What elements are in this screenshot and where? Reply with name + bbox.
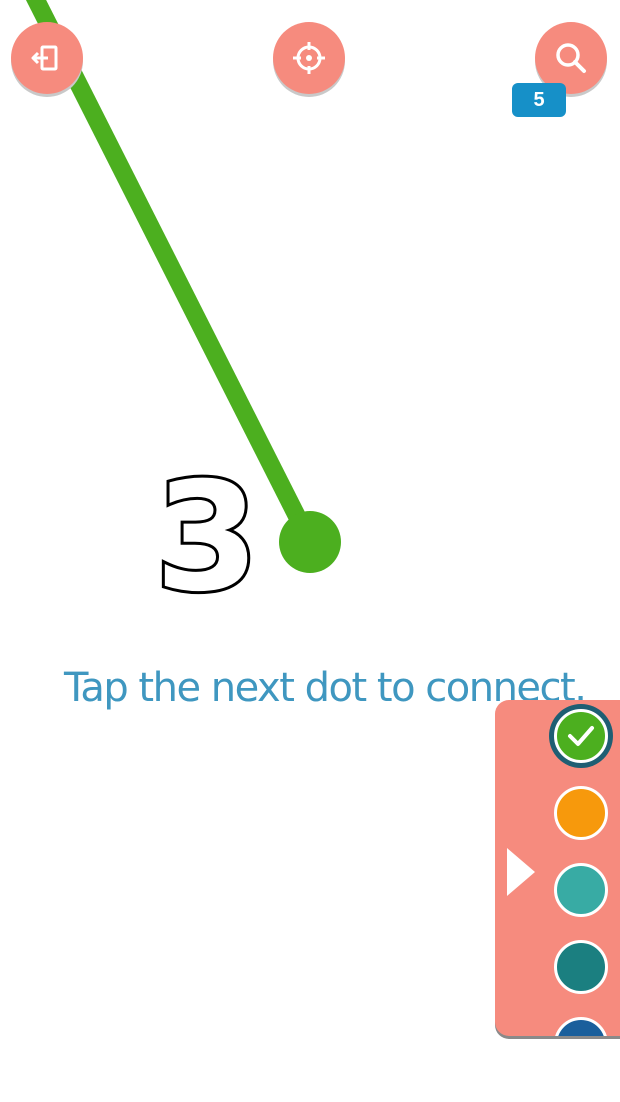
game-screen: 5 3 Tap the next dot to connect.	[0, 0, 620, 1102]
center-view-button[interactable]	[273, 22, 345, 94]
triangle-right-icon[interactable]	[507, 848, 535, 896]
color-swatch[interactable]	[554, 786, 608, 840]
color-palette-panel	[495, 700, 620, 1036]
color-swatch[interactable]	[554, 940, 608, 994]
color-swatch[interactable]	[554, 1017, 608, 1036]
hint-count-badge: 5	[512, 83, 566, 117]
search-icon	[556, 43, 586, 73]
current-dot[interactable]	[279, 511, 341, 573]
crosshair-icon	[293, 42, 325, 74]
dot-number-label: 3	[152, 451, 262, 625]
color-swatch[interactable]	[554, 709, 608, 763]
exit-button[interactable]	[11, 22, 83, 94]
checkmark-icon	[568, 726, 594, 746]
exit-icon	[31, 45, 58, 71]
color-swatch[interactable]	[554, 863, 608, 917]
